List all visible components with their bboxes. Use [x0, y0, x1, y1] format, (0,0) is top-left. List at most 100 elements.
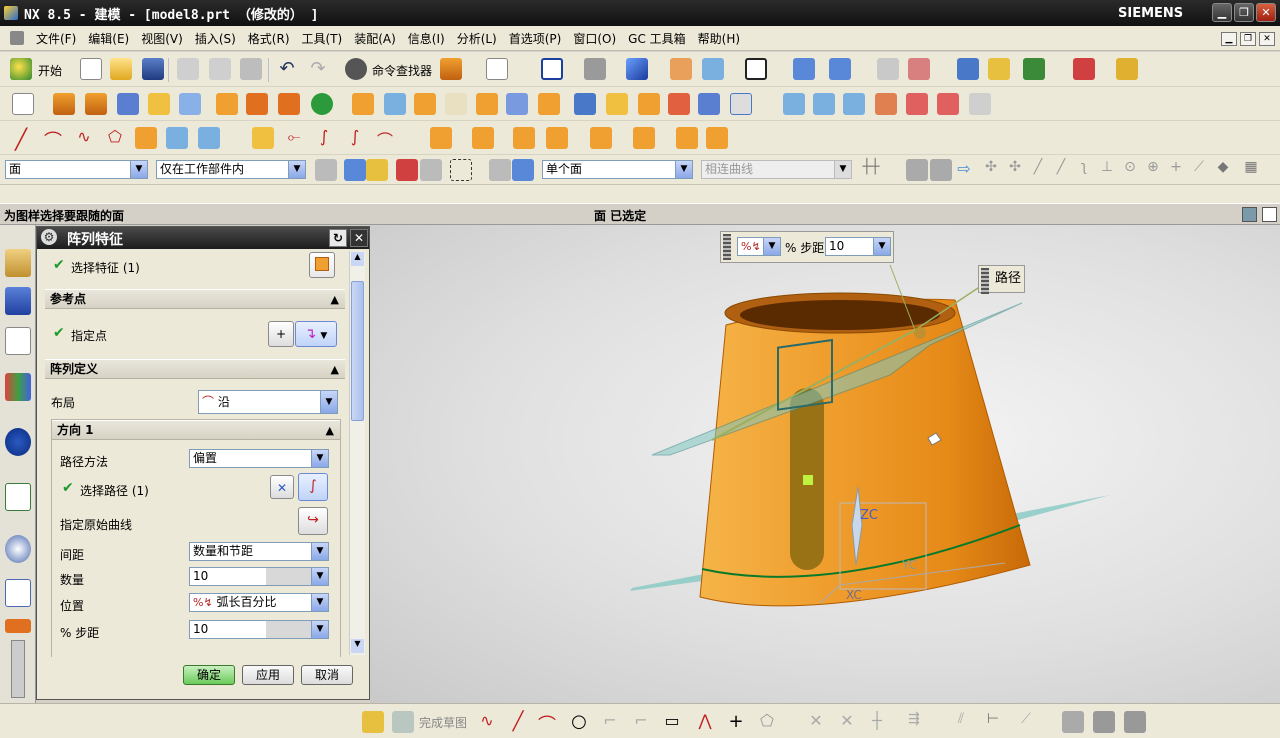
table-icon[interactable] — [877, 58, 899, 80]
sketch-line-icon[interactable]: ╱ — [507, 711, 529, 733]
spline-icon[interactable]: ∿ — [73, 127, 95, 149]
system-materials-icon[interactable] — [5, 579, 31, 607]
copy-icon[interactable] — [209, 58, 231, 80]
auto-constrain-icon[interactable] — [1093, 711, 1115, 733]
spacing-select[interactable]: 数量和节距 ▼ — [189, 542, 329, 561]
path-label-box[interactable]: 路径 — [978, 265, 1025, 294]
close-button[interactable]: ✕ — [1256, 3, 1276, 22]
menu-tools[interactable]: 工具(T) — [296, 30, 349, 47]
analyze-icon[interactable] — [988, 58, 1010, 80]
maximize-button[interactable]: ❐ — [1234, 3, 1254, 22]
hole-icon[interactable] — [148, 93, 170, 115]
curve-length-icon[interactable]: ∫ — [344, 127, 366, 149]
profile-icon[interactable]: ∿ — [476, 711, 498, 733]
chamfer-icon[interactable] — [414, 93, 436, 115]
project-curve-icon[interactable] — [166, 127, 188, 149]
rectangle-select-icon[interactable] — [450, 159, 472, 181]
select-edge-icon[interactable] — [396, 159, 418, 181]
drag-grip[interactable] — [981, 268, 989, 294]
select-feature-label[interactable]: 选择特征 (1) — [71, 259, 140, 276]
arc-icon[interactable]: ⌒ — [42, 127, 64, 152]
play-icon[interactable] — [1023, 58, 1045, 80]
spin-down-icon[interactable]: ▼ — [311, 568, 328, 585]
replace-face-icon[interactable] — [546, 127, 568, 149]
body-select-icon[interactable] — [512, 159, 534, 181]
modeling-icon[interactable] — [440, 58, 462, 80]
save-icon[interactable] — [142, 58, 164, 80]
intersect-curve-icon[interactable] — [198, 127, 220, 149]
snap-existing-icon[interactable]: + — [1165, 159, 1187, 181]
constraint-navigator-icon[interactable] — [5, 287, 31, 315]
reference-point[interactable] — [914, 327, 926, 339]
sketch-spline-icon[interactable]: ⬠ — [756, 711, 778, 733]
chain-icon[interactable] — [930, 159, 952, 181]
spin-down-icon[interactable]: ▼ — [311, 621, 328, 638]
scroll-thumb[interactable] — [351, 281, 364, 421]
swept-icon[interactable] — [843, 93, 865, 115]
mirror-icon[interactable] — [574, 93, 596, 115]
app-menu-icon[interactable] — [10, 31, 24, 45]
ruled-icon[interactable] — [937, 93, 959, 115]
position-select[interactable]: %↯ 弧长百分比 ▼ — [189, 593, 329, 612]
menu-format[interactable]: 格式(R) — [242, 30, 296, 47]
reverse-direction-button[interactable]: ✕ — [270, 475, 294, 499]
copy-face-icon[interactable] — [676, 127, 698, 149]
thread-icon[interactable] — [606, 93, 628, 115]
follow-fillet-icon[interactable] — [906, 159, 928, 181]
trim-body-icon[interactable] — [445, 93, 467, 115]
sketch-dimension-icon[interactable]: ⊢ — [982, 711, 1004, 733]
cut-icon[interactable] — [177, 58, 199, 80]
menu-analysis[interactable]: 分析(L) — [451, 30, 503, 47]
origin-curve-button[interactable]: ↪ — [298, 507, 328, 535]
step-input[interactable]: 10 ▼ — [825, 237, 891, 256]
offset-curve-icon[interactable] — [135, 127, 157, 149]
dimension-icon[interactable] — [1073, 58, 1095, 80]
type-filter-select[interactable]: 面 ▼ — [5, 160, 148, 179]
dialog-scrollbar[interactable]: ▲ ▼ — [349, 251, 365, 655]
doc-minimize-button[interactable]: ▁ — [1221, 32, 1237, 46]
extract-icon[interactable] — [252, 127, 274, 149]
menu-preferences[interactable]: 首选项(P) — [503, 30, 568, 47]
menu-edit[interactable]: 编辑(E) — [82, 30, 135, 47]
through-curves-icon[interactable] — [783, 93, 805, 115]
unite-icon[interactable] — [278, 93, 300, 115]
show-constraints-icon[interactable] — [1062, 711, 1084, 733]
pattern-definition-header[interactable]: 阵列定义 ▲ — [45, 359, 345, 379]
delete-face-icon[interactable] — [513, 127, 535, 149]
web-browser-icon[interactable] — [5, 428, 31, 456]
fullscreen-icon[interactable] — [1262, 207, 1277, 222]
menu-window[interactable]: 窗口(O) — [567, 30, 622, 47]
count-input[interactable]: 10 ▼ — [189, 567, 329, 586]
snap-quadrant-icon[interactable]: ⊥ — [1096, 159, 1118, 181]
shell-icon[interactable] — [352, 93, 374, 115]
scale-icon[interactable] — [698, 93, 720, 115]
clock-icon[interactable] — [5, 535, 31, 563]
history-icon[interactable] — [5, 483, 31, 511]
sketch-circle-icon[interactable]: ○ — [568, 711, 590, 733]
lasso-icon[interactable] — [420, 159, 442, 181]
subtract-icon[interactable] — [311, 93, 333, 115]
make-corner-icon[interactable]: ┼ — [866, 711, 888, 733]
emboss-icon[interactable] — [668, 93, 690, 115]
open-folder-icon[interactable] — [110, 58, 132, 80]
fillet-curve-icon[interactable]: ⬠ — [104, 127, 126, 149]
gear-icon[interactable]: ⚙ — [41, 229, 57, 245]
selection-scope-select[interactable]: 仅在工作部件内 ▼ — [156, 160, 306, 179]
roles-icon[interactable] — [5, 619, 31, 633]
menu-information[interactable]: 信息(I) — [402, 30, 451, 47]
face-rule-select[interactable]: 单个面 ▼ — [542, 160, 693, 179]
pull-face-icon[interactable] — [472, 127, 494, 149]
select-path-label[interactable]: 选择路径 (1) — [80, 482, 149, 499]
doc-restore-button[interactable]: ❐ — [1240, 32, 1256, 46]
constraint-icon[interactable]: ⟋ — [1015, 711, 1037, 733]
step-percent-input[interactable]: 10 ▼ — [189, 620, 329, 639]
sketch-fillet-icon[interactable]: ⌐ — [599, 711, 621, 733]
move-object-icon[interactable] — [829, 58, 851, 80]
edge-blend-icon[interactable] — [384, 93, 406, 115]
point-type-select[interactable]: ↴ ▼ — [295, 321, 337, 347]
extrude-icon[interactable] — [53, 93, 75, 115]
graphics-viewport[interactable]: ZC YC XC — [370, 225, 1280, 703]
layer-icon[interactable] — [670, 58, 692, 80]
resize-face-icon[interactable] — [590, 127, 612, 149]
n-sided-icon[interactable] — [875, 93, 897, 115]
